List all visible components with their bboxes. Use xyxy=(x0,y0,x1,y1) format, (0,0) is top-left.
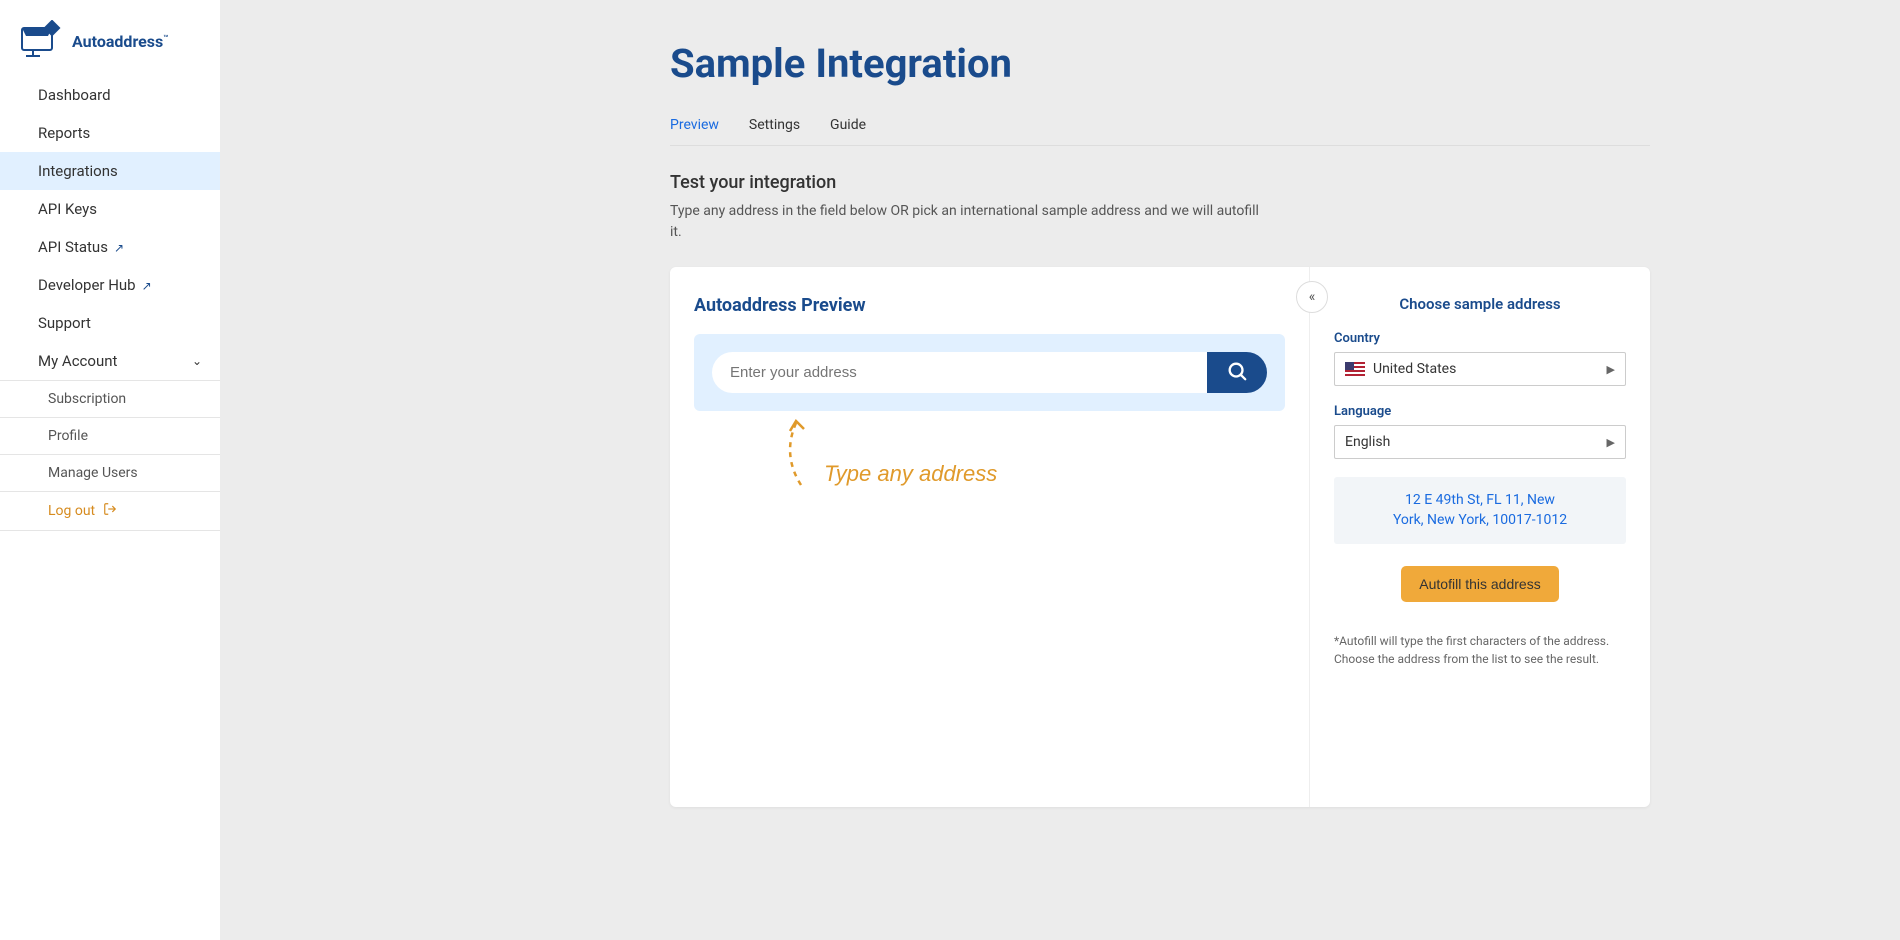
autofill-button[interactable]: Autofill this address xyxy=(1401,566,1558,602)
collapse-panel-button[interactable]: « xyxy=(1296,281,1328,313)
nav-my-account[interactable]: My Account ⌄ xyxy=(0,342,220,380)
tab-bar: Preview Settings Guide xyxy=(670,111,1650,146)
search-button[interactable] xyxy=(1207,352,1267,393)
external-link-icon: ↗ xyxy=(114,241,124,255)
nav-label: Reports xyxy=(38,124,90,142)
logout-icon xyxy=(103,502,117,520)
us-flag-icon xyxy=(1345,362,1365,376)
main-nav: Dashboard Reports Integrations API Keys … xyxy=(0,76,220,531)
section-heading: Test your integration xyxy=(670,172,1650,193)
caret-right-icon: ▶ xyxy=(1607,436,1615,449)
subnav-profile[interactable]: Profile xyxy=(0,418,220,455)
nav-support[interactable]: Support xyxy=(0,304,220,342)
nav-reports[interactable]: Reports xyxy=(0,114,220,152)
sample-address-line1: 12 E 49th St, FL 11, New xyxy=(1344,491,1616,511)
nav-label: API Keys xyxy=(38,200,97,218)
nav-integrations[interactable]: Integrations xyxy=(0,152,220,190)
preview-panel-title: Autoaddress Preview xyxy=(694,295,1285,316)
hint-area: Type any address xyxy=(694,421,1285,511)
tab-guide[interactable]: Guide xyxy=(830,111,866,145)
country-select[interactable]: United States ▶ xyxy=(1334,352,1626,386)
address-input[interactable] xyxy=(712,352,1207,393)
nav-label: Support xyxy=(38,314,91,332)
brand-logo-icon xyxy=(18,20,66,62)
nav-api-keys[interactable]: API Keys xyxy=(0,190,220,228)
sample-panel-title: Choose sample address xyxy=(1334,295,1626,313)
nav-label: Dashboard xyxy=(38,86,111,104)
language-label: Language xyxy=(1334,404,1626,419)
page-title: Sample Integration xyxy=(670,40,1650,87)
sample-address-display: 12 E 49th St, FL 11, New York, New York,… xyxy=(1334,477,1626,544)
address-search-container xyxy=(694,334,1285,411)
subnav-manage-users[interactable]: Manage Users xyxy=(0,455,220,492)
preview-panel: Autoaddress Preview xyxy=(670,267,1310,807)
autofill-footnote: *Autofill will type the first characters… xyxy=(1334,632,1626,668)
nav-label: Integrations xyxy=(38,162,118,180)
preview-panels: Autoaddress Preview xyxy=(670,267,1650,807)
language-value: English xyxy=(1345,434,1390,450)
caret-right-icon: ▶ xyxy=(1607,363,1615,376)
nav-dashboard[interactable]: Dashboard xyxy=(0,76,220,114)
brand-name: Autoaddress™ xyxy=(72,32,168,51)
brand-logo[interactable]: Autoaddress™ xyxy=(0,0,220,76)
tab-settings[interactable]: Settings xyxy=(749,111,800,145)
tab-preview[interactable]: Preview xyxy=(670,111,719,145)
external-link-icon: ↗ xyxy=(142,279,152,293)
subnav-subscription[interactable]: Subscription xyxy=(0,381,220,418)
sidebar: Autoaddress™ Dashboard Reports Integrati… xyxy=(0,0,220,940)
section-description: Type any address in the field below OR p… xyxy=(670,201,1270,243)
subnav-logout[interactable]: Log out xyxy=(0,492,220,531)
nav-api-status[interactable]: API Status ↗ xyxy=(0,228,220,266)
nav-label: My Account xyxy=(38,352,117,370)
search-icon xyxy=(1226,360,1248,385)
chevron-down-icon: ⌄ xyxy=(192,354,202,368)
sample-address-line2: York, New York, 10017-1012 xyxy=(1344,511,1616,531)
nav-developer-hub[interactable]: Developer Hub ↗ xyxy=(0,266,220,304)
logout-label: Log out xyxy=(48,503,95,519)
country-label: Country xyxy=(1334,331,1626,346)
nav-label: Developer Hub xyxy=(38,276,136,294)
chevron-left-double-icon: « xyxy=(1309,289,1316,305)
sample-panel: « Choose sample address Country xyxy=(1310,267,1650,807)
hint-text: Type any address xyxy=(824,461,997,487)
nav-label: API Status xyxy=(38,238,108,256)
account-subnav: Subscription Profile Manage Users Log ou… xyxy=(0,380,220,531)
hint-arrow-icon xyxy=(776,415,816,499)
main-content: Sample Integration Preview Settings Guid… xyxy=(220,0,1900,940)
language-select[interactable]: English ▶ xyxy=(1334,425,1626,459)
country-value: United States xyxy=(1373,361,1456,377)
